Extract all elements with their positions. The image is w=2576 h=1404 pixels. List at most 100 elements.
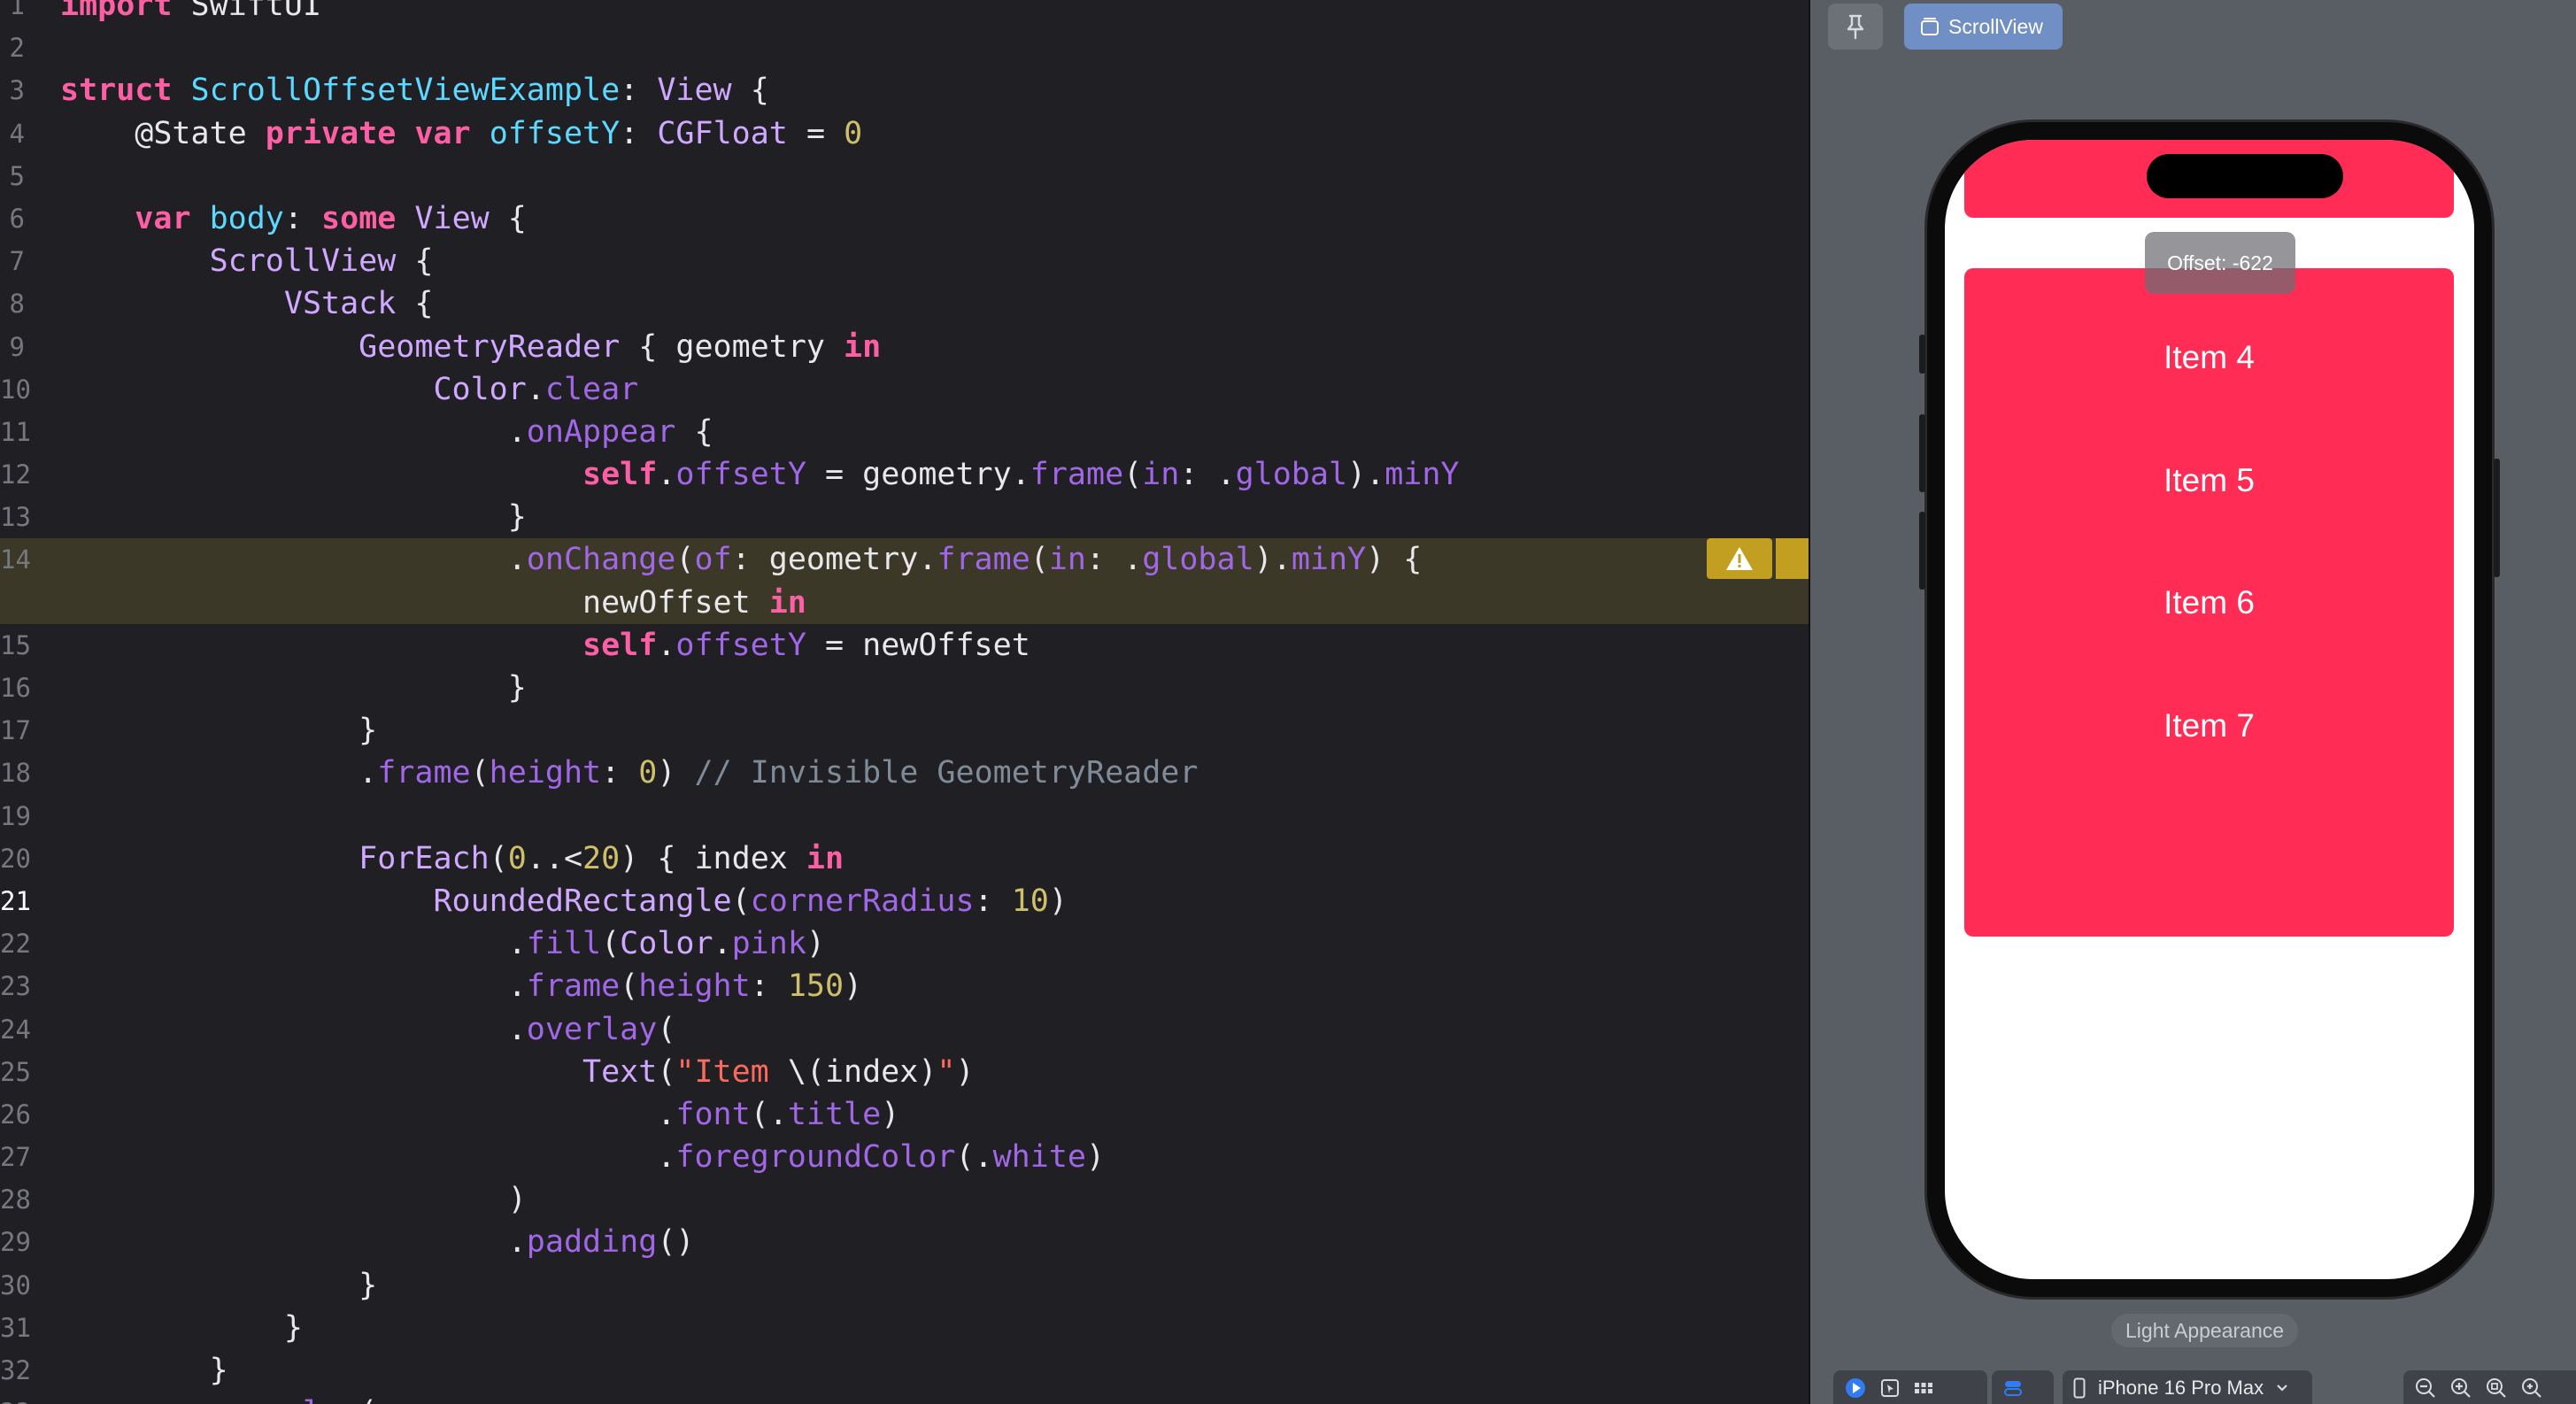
code-line[interactable]: 30 } bbox=[0, 1264, 1809, 1307]
variants-grid-icon[interactable] bbox=[1913, 1377, 1934, 1399]
code-text: .frame(height: 0) // Invisible GeometryR… bbox=[60, 752, 1198, 794]
zoom-out-icon[interactable] bbox=[2414, 1377, 2437, 1400]
zoom-to-100-icon[interactable] bbox=[2485, 1377, 2508, 1400]
code-line[interactable]: 26 .font(.title) bbox=[0, 1093, 1809, 1136]
code-text: @State private var offsetY: CGFloat = 0 bbox=[60, 112, 862, 155]
code-token: . bbox=[60, 1139, 676, 1176]
pin-preview-button[interactable] bbox=[1828, 4, 1883, 50]
item-card-label: Item 3 bbox=[2163, 140, 2255, 147]
code-token: . bbox=[60, 926, 527, 962]
square-stack-icon bbox=[1921, 18, 1939, 35]
appearance-label[interactable]: Light Appearance bbox=[2111, 1314, 2299, 1347]
code-token: } bbox=[60, 1353, 228, 1388]
code-line[interactable]: 13 } bbox=[0, 496, 1809, 538]
code-line[interactable]: 3 struct ScrollOffsetViewExample: View { bbox=[0, 69, 1809, 112]
code-text: import SwiftUI bbox=[60, 0, 321, 27]
device-settings-icon[interactable] bbox=[2002, 1377, 2024, 1399]
line-number: 27 bbox=[0, 1142, 31, 1173]
code-token: ( bbox=[657, 1053, 676, 1090]
code-line[interactable]: 16 } bbox=[0, 667, 1809, 709]
code-line[interactable]: 27 .foregroundColor(.white) bbox=[0, 1136, 1809, 1178]
code-token: ) bbox=[657, 755, 695, 791]
code-line[interactable]: 9 GeometryReader { geometry in bbox=[0, 326, 1809, 368]
selectable-mode-icon[interactable] bbox=[1879, 1377, 1901, 1399]
line-number: 3 bbox=[9, 75, 25, 106]
code-token: title bbox=[787, 1096, 882, 1132]
preview-tab-scrollview[interactable]: ScrollView bbox=[1904, 4, 2063, 50]
code-line[interactable]: 33 .overlay( bbox=[0, 1392, 1809, 1404]
code-token: height bbox=[489, 755, 602, 791]
code-token: ( bbox=[620, 968, 639, 1005]
code-text: ScrollView { bbox=[60, 240, 434, 282]
code-line[interactable]: 20 ForEach(0..<20) { index in bbox=[0, 837, 1809, 880]
zoom-to-fit-icon[interactable] bbox=[2520, 1377, 2543, 1400]
code-line[interactable]: 19 bbox=[0, 795, 1809, 837]
code-token: . bbox=[657, 457, 676, 493]
code-token: in bbox=[806, 840, 845, 876]
code-text: } bbox=[60, 709, 377, 752]
code-line[interactable]: 15 self.offsetY = newOffset bbox=[0, 624, 1809, 667]
code-token: : bbox=[283, 200, 322, 236]
code-line[interactable]: 1 import SwiftUI bbox=[0, 0, 1809, 27]
scroll-view[interactable]: Item 3 Item 4 Item 5 Item 6 Item 7 bbox=[1945, 140, 2474, 1279]
code-line[interactable]: 25 Text("Item \(index)") bbox=[0, 1051, 1809, 1093]
line-number: 30 bbox=[0, 1269, 31, 1300]
code-token: VStack bbox=[283, 286, 397, 322]
code-token: height bbox=[638, 968, 751, 1005]
code-token: ForEach bbox=[359, 840, 490, 876]
code-token: overlay bbox=[228, 1395, 359, 1404]
code-line[interactable]: 12 self.offsetY = geometry.frame(in: .gl… bbox=[0, 453, 1809, 496]
code-line[interactable]: newOffset in bbox=[0, 581, 1809, 624]
code-line[interactable]: 10 Color.clear bbox=[0, 368, 1809, 411]
code-editor[interactable]: 1 import SwiftUI 2 3 struct ScrollOffsetView… bbox=[0, 0, 1809, 1404]
code-line[interactable]: 28 ) bbox=[0, 1178, 1809, 1221]
code-line[interactable]: 6 var body: some View { bbox=[0, 197, 1809, 240]
code-line[interactable]: 22 .fill(Color.pink) bbox=[0, 922, 1809, 965]
code-line[interactable]: 11 .onAppear { bbox=[0, 411, 1809, 453]
line-number: 12 bbox=[0, 459, 31, 490]
code-line[interactable]: 18 .frame(height: 0) // Invisible Geomet… bbox=[0, 752, 1809, 794]
code-token: ) bbox=[60, 1182, 527, 1218]
code-line[interactable]: 17 } bbox=[0, 709, 1809, 752]
code-text: Color.clear bbox=[60, 368, 638, 411]
device-picker[interactable]: iPhone 16 Pro Max bbox=[2063, 1370, 2312, 1404]
live-preview-icon[interactable] bbox=[1844, 1377, 1867, 1400]
code-line[interactable]: 2 bbox=[0, 27, 1809, 69]
item-card[interactable] bbox=[1964, 758, 2454, 937]
code-token: { bbox=[731, 73, 769, 109]
code-line[interactable]: 32 } bbox=[0, 1349, 1809, 1392]
code-line[interactable]: 21 RoundedRectangle(cornerRadius: 10) bbox=[0, 880, 1809, 922]
zoom-controls bbox=[2403, 1370, 2576, 1404]
code-token: ). bbox=[1253, 542, 1292, 578]
code-line[interactable]: 4 @State private var offsetY: CGFloat = … bbox=[0, 112, 1809, 155]
line-number: 11 bbox=[0, 416, 31, 447]
code-token: . bbox=[60, 968, 527, 1005]
code-token: font bbox=[675, 1096, 751, 1132]
code-line[interactable]: 14 .onChange(of: geometry.frame(in: .glo… bbox=[0, 538, 1809, 582]
line-number: 6 bbox=[9, 203, 25, 234]
code-line[interactable]: 24 .overlay( bbox=[0, 1008, 1809, 1051]
code-line[interactable]: 29 .padding() bbox=[0, 1221, 1809, 1263]
code-token: ) bbox=[1048, 883, 1068, 919]
code-token: in bbox=[1142, 457, 1180, 493]
code-text: struct ScrollOffsetViewExample: View { bbox=[60, 69, 769, 112]
code-line[interactable]: 8 VStack { bbox=[0, 282, 1809, 325]
code-text: newOffset in bbox=[60, 582, 806, 624]
code-token: minY bbox=[1384, 457, 1460, 493]
code-line[interactable]: 7 ScrollView { bbox=[0, 240, 1809, 282]
code-line[interactable]: 23 .frame(height: 150) bbox=[0, 965, 1809, 1007]
code-token: onChange bbox=[526, 542, 676, 578]
warning-icon[interactable] bbox=[1707, 538, 1772, 579]
code-line[interactable]: 5 bbox=[0, 155, 1809, 197]
code-line[interactable]: 31 } bbox=[0, 1307, 1809, 1349]
code-token: } bbox=[60, 499, 527, 536]
zoom-in-icon[interactable] bbox=[2449, 1377, 2472, 1400]
device-screen[interactable]: Item 3 Item 4 Item 5 Item 6 Item 7 Offset: -… bbox=[1945, 140, 2474, 1279]
code-token: struct bbox=[60, 73, 173, 109]
code-text: } bbox=[60, 667, 527, 709]
line-number: 7 bbox=[9, 246, 25, 277]
